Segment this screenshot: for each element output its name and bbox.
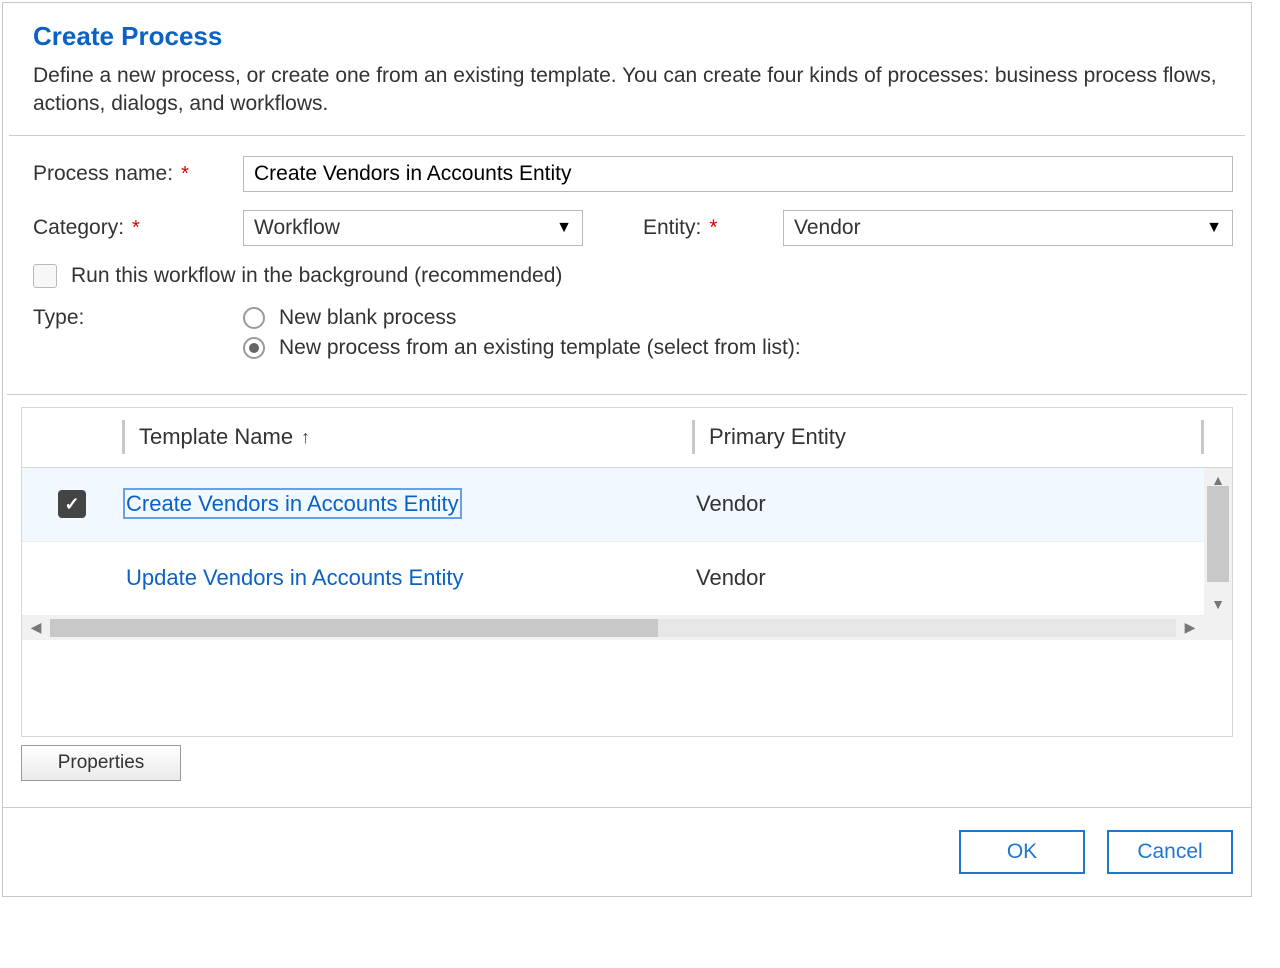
run-background-row: Run this workflow in the background (rec… <box>33 264 1233 288</box>
type-option-template: New process from an existing template (s… <box>279 336 801 360</box>
scroll-right-icon[interactable]: ▶ <box>1176 619 1204 636</box>
column-template-name[interactable]: Template Name ↑ <box>122 420 692 454</box>
entity-label: Entity: <box>643 216 701 240</box>
category-label: Category: <box>33 216 124 240</box>
type-radio-blank[interactable] <box>243 307 265 329</box>
dialog-footer: OK Cancel <box>3 807 1251 896</box>
column-separator <box>1201 420 1204 454</box>
entity-select[interactable]: Vendor ▼ <box>783 210 1233 246</box>
scroll-thumb[interactable] <box>1207 486 1229 582</box>
row-checkbox-checked[interactable]: ✓ <box>58 490 86 518</box>
run-background-checkbox[interactable] <box>33 264 57 288</box>
scroll-thumb[interactable] <box>50 619 658 637</box>
dialog-subtitle: Define a new process, or create one from… <box>33 62 1221 119</box>
required-icon: * <box>181 164 189 184</box>
template-name-link[interactable]: Create Vendors in Accounts Entity <box>126 491 459 516</box>
properties-button[interactable]: Properties <box>21 745 181 781</box>
process-name-input[interactable] <box>243 156 1233 192</box>
column-primary-entity[interactable]: Primary Entity <box>692 420 1142 454</box>
column-separator <box>692 420 695 454</box>
chevron-down-icon: ▼ <box>1206 219 1222 237</box>
category-value: Workflow <box>254 216 340 240</box>
type-radio-template[interactable] <box>243 337 265 359</box>
type-label: Type: <box>33 306 84 330</box>
table-row[interactable]: ✓ Create Vendors in Accounts Entity Vend… <box>22 468 1232 542</box>
template-name-link[interactable]: Update Vendors in Accounts Entity <box>126 565 464 590</box>
column-template-name-label: Template Name <box>139 424 293 450</box>
sort-asc-icon: ↑ <box>301 427 310 448</box>
primary-entity-cell: Vendor <box>692 491 1142 517</box>
ok-button-label: OK <box>1007 840 1037 864</box>
run-background-label: Run this workflow in the background (rec… <box>71 264 562 288</box>
dialog-header: Create Process Define a new process, or … <box>3 3 1251 135</box>
grid-body: ✓ Create Vendors in Accounts Entity Vend… <box>22 468 1232 616</box>
scroll-down-icon[interactable]: ▼ <box>1204 592 1232 616</box>
type-row: Type: New blank process New process from… <box>33 306 1233 360</box>
properties-button-label: Properties <box>58 752 145 774</box>
cancel-button-label: Cancel <box>1137 840 1202 864</box>
chevron-down-icon: ▼ <box>556 219 572 237</box>
cancel-button[interactable]: Cancel <box>1107 830 1233 874</box>
dialog-title: Create Process <box>33 21 1221 52</box>
properties-area: Properties <box>3 737 1251 807</box>
horizontal-scrollbar[interactable]: ◀ ▶ <box>22 616 1232 640</box>
process-name-row: Process name: * <box>33 156 1233 192</box>
required-icon: * <box>709 216 717 240</box>
form: Process name: * Category: * Workflow ▼ E… <box>3 136 1251 374</box>
category-entity-row: Category: * Workflow ▼ Entity: * Vendor … <box>33 210 1233 246</box>
primary-entity-cell: Vendor <box>692 565 1142 591</box>
required-icon: * <box>132 218 140 238</box>
column-separator <box>122 420 125 454</box>
ok-button[interactable]: OK <box>959 830 1085 874</box>
vertical-scrollbar[interactable]: ▲ ▼ <box>1204 468 1232 616</box>
create-process-dialog: Create Process Define a new process, or … <box>2 2 1252 897</box>
category-select[interactable]: Workflow ▼ <box>243 210 583 246</box>
grid-header: Template Name ↑ Primary Entity <box>22 408 1232 468</box>
type-option-blank: New blank process <box>279 306 456 330</box>
column-primary-entity-label: Primary Entity <box>709 424 846 450</box>
template-grid: Template Name ↑ Primary Entity ✓ <box>21 407 1233 737</box>
process-name-label: Process name: <box>33 162 173 186</box>
template-grid-wrap: Template Name ↑ Primary Entity ✓ <box>3 395 1251 737</box>
table-row[interactable]: Update Vendors in Accounts Entity Vendor… <box>22 542 1232 616</box>
entity-value: Vendor <box>794 216 861 240</box>
scroll-left-icon[interactable]: ◀ <box>22 619 50 636</box>
